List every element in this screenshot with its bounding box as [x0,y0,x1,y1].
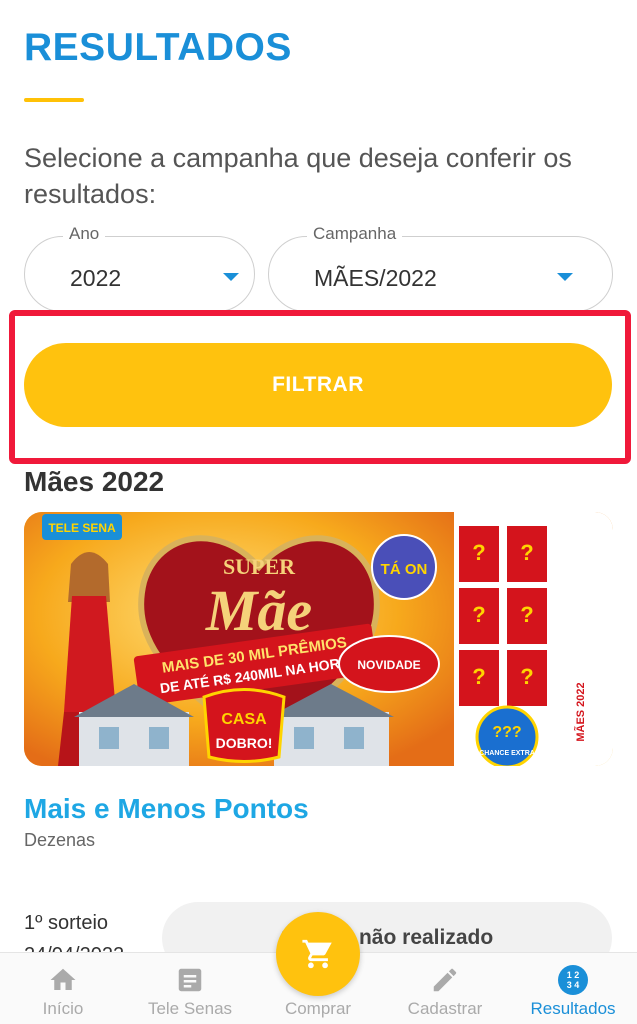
campaign-select-value: MÃES/2022 [314,265,437,291]
nav-item-inicio[interactable]: Início [8,953,118,1024]
svg-text:TELE SENA: TELE SENA [48,521,116,535]
section-subtitle: Dezenas [24,830,96,850]
svg-text:1 2: 1 2 [567,970,580,980]
svg-text:DOBRO!: DOBRO! [216,735,273,751]
svg-text:?: ? [472,664,485,689]
svg-text:?: ? [472,602,485,627]
ticket-label: MÃES 2022 [574,682,587,741]
nav-item-tele-senas[interactable]: Tele Senas [135,953,245,1024]
results-icon: 1 23 4 [558,965,588,995]
caret-down-icon [223,273,239,281]
svg-text:?: ? [520,664,533,689]
svg-text:?: ? [472,540,485,565]
campaign-select[interactable]: Campanha MÃES/2022 [268,224,613,312]
svg-text:Mãe: Mãe [205,578,312,643]
svg-text:?: ? [520,602,533,627]
year-select[interactable]: Ano 2022 [24,224,255,312]
casa-dobro-badge: CASA DOBRO! [202,688,286,763]
title-underline [24,98,84,102]
nav-item-resultados[interactable]: 1 23 4 Resultados [518,953,628,1024]
nav-label: Início [42,999,84,1018]
filter-button[interactable]: FILTRAR [24,343,612,427]
nav-item-cadastrar[interactable]: Cadastrar [390,953,500,1024]
nav-label: Resultados [530,999,616,1018]
draw-label: 1º sorteio [24,912,109,934]
nav-label: Tele Senas [147,999,233,1018]
instructions-text: Selecione a campanha que deseja conferir… [24,143,572,209]
cart-fab-button[interactable] [276,912,360,996]
home-icon [50,968,76,990]
svg-text:CHANCE EXTRA: CHANCE EXTRA [479,750,535,757]
chance-extra-badge: ??? CHANCE EXTRA [475,705,539,766]
ticket-list-icon [178,968,202,992]
nav-label: Comprar [284,999,352,1018]
svg-text:NOVIDADE: NOVIDADE [357,658,420,672]
pencil-icon [433,968,457,992]
svg-text:?: ? [520,540,533,565]
svg-text:TÁ ON: TÁ ON [381,561,428,578]
year-select-value: 2022 [70,265,122,291]
campaign-select-label: Campanha [307,224,403,244]
tele-sena-logo: TELE SENA [42,514,122,540]
page-title: RESULTADOS [24,26,292,69]
nav-label: Cadastrar [407,999,483,1018]
svg-text:???: ??? [492,724,521,741]
caret-down-icon [557,273,573,281]
svg-text:SUPER: SUPER [223,554,296,579]
cart-icon [302,939,332,969]
campaign-banner: TELE SENA SUPER Mãe MAIS DE 30 MIL PRÊMI… [24,512,613,766]
section-title: Mais e Menos Pontos [24,793,309,824]
ta-on-badge: TÁ ON [371,534,437,600]
year-select-label: Ano [63,224,106,244]
svg-text:CASA: CASA [221,711,267,728]
novidade-badge: NOVIDADE [338,635,440,693]
svg-text:3 4: 3 4 [567,980,580,990]
campaign-title: Mães 2022 [24,466,165,497]
